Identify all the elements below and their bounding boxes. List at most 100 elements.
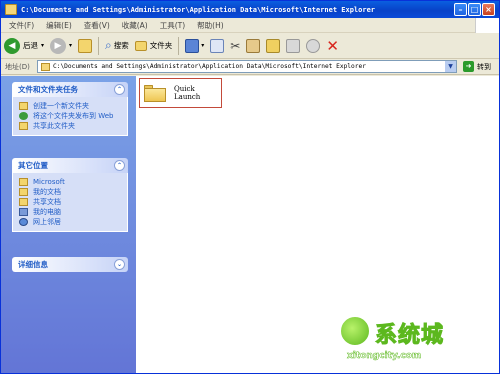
windows-logo-icon — [475, 18, 499, 33]
window-title: C:\Documents and Settings\Administrator\… — [21, 5, 376, 14]
title-bar[interactable]: C:\Documents and Settings\Administrator\… — [1, 1, 499, 18]
publish-web-icon — [19, 112, 28, 120]
up-button[interactable] — [75, 35, 95, 57]
watermark-brand: 系统城 — [374, 323, 445, 349]
watermark-site: xitongcity.com — [347, 351, 422, 362]
go-button[interactable]: ➜ 转到 — [463, 61, 491, 72]
folder-icon — [19, 178, 28, 186]
back-button[interactable]: ◀ 后退 ▾ — [1, 35, 47, 57]
shared-documents-icon — [19, 198, 28, 206]
chevron-down-icon[interactable]: ▾ — [41, 42, 44, 49]
my-computer-icon — [19, 208, 28, 216]
search-button[interactable]: ⌕ 搜索 — [102, 35, 132, 57]
folder-icon — [41, 62, 50, 71]
folders-button[interactable]: 文件夹 — [132, 35, 176, 57]
task-new-folder-label: 创建一个新文件夹 — [33, 102, 89, 110]
new-folder-icon — [19, 102, 28, 110]
toolbar: ◀ 后退 ▾ ▶ ▾ ⌕ 搜索 文件夹 ▾ ✂ ✕ — [1, 33, 499, 59]
menu-edit[interactable]: 编辑(E) — [46, 20, 72, 31]
place-my-computer-label: 我的电脑 — [33, 208, 61, 216]
menu-help[interactable]: 帮助(H) — [197, 20, 224, 31]
collapse-icon[interactable]: ⌃ — [114, 84, 125, 95]
folders-label: 文件夹 — [149, 41, 173, 50]
search-label: 搜索 — [113, 41, 129, 50]
menu-view[interactable]: 查看(V) — [84, 20, 110, 31]
tasks-panel-title: 文件和文件夹任务 — [18, 85, 78, 94]
folder-icon — [5, 4, 17, 15]
copy-to-icon — [306, 38, 321, 53]
views-button[interactable]: ▾ — [182, 35, 207, 57]
paste-button[interactable] — [243, 35, 263, 57]
place-shared-documents[interactable]: 共享文档 — [19, 198, 121, 206]
menu-tools[interactable]: 工具(T) — [160, 20, 185, 31]
toolbar-separator — [178, 36, 180, 55]
up-folder-icon — [78, 38, 93, 53]
place-shared-documents-label: 共享文档 — [33, 198, 61, 206]
place-microsoft[interactable]: Microsoft — [19, 178, 121, 186]
network-icon — [19, 218, 28, 226]
go-label: 转到 — [477, 62, 491, 71]
forward-button[interactable]: ▶ ▾ — [47, 35, 75, 57]
collapse-icon[interactable]: ⌃ — [114, 160, 125, 171]
go-arrow-icon: ➜ — [463, 61, 474, 72]
minimize-button[interactable]: – — [454, 3, 467, 16]
chevron-down-icon[interactable]: ▼ — [445, 61, 456, 72]
place-microsoft-label: Microsoft — [33, 178, 65, 186]
my-documents-icon — [19, 188, 28, 196]
details-panel: 详细信息 ⌄ — [12, 257, 128, 272]
task-publish-web[interactable]: 将这个文件夹发布到 Web — [19, 112, 121, 120]
expand-icon[interactable]: ⌄ — [114, 259, 125, 270]
views-icon — [185, 38, 200, 53]
copy-icon — [210, 38, 225, 53]
task-pane: 文件和文件夹任务 ⌃ 创建一个新文件夹 将这个文件夹发布到 Web 共享此文件夹 — [1, 76, 136, 373]
forward-arrow-icon: ▶ — [50, 37, 67, 54]
places-panel-title: 其它位置 — [18, 161, 48, 170]
cut-button[interactable]: ✂ — [227, 35, 243, 57]
explorer-window: C:\Documents and Settings\Administrator\… — [0, 0, 500, 374]
folders-icon — [134, 40, 147, 51]
move-to-icon — [286, 38, 301, 53]
properties-button[interactable] — [263, 35, 283, 57]
paste-icon — [246, 38, 261, 53]
places-panel: 其它位置 ⌃ Microsoft 我的文档 共享文档 我的电脑 网上邻居 — [12, 158, 128, 232]
places-panel-header[interactable]: 其它位置 ⌃ — [12, 158, 128, 173]
menu-bar: 文件(F) 编辑(E) 查看(V) 收藏(A) 工具(T) 帮助(H) — [1, 18, 499, 33]
back-arrow-icon: ◀ — [4, 37, 20, 54]
menu-file[interactable]: 文件(F) — [9, 20, 34, 31]
copy-button[interactable] — [207, 35, 227, 57]
scissors-icon: ✂ — [230, 38, 241, 53]
address-bar: 地址(D) C:\Documents and Settings\Administ… — [1, 59, 499, 75]
address-label: 地址(D) — [5, 62, 30, 71]
tasks-panel: 文件和文件夹任务 ⌃ 创建一个新文件夹 将这个文件夹发布到 Web 共享此文件夹 — [12, 82, 128, 136]
watermark-logo: 系统城 xitongcity.com — [339, 315, 449, 367]
tasks-panel-header[interactable]: 文件和文件夹任务 ⌃ — [12, 82, 128, 97]
folder-item-quick-launch[interactable]: Quick Launch — [139, 78, 222, 108]
details-panel-header[interactable]: 详细信息 ⌄ — [12, 257, 128, 272]
maximize-button[interactable]: □ — [468, 3, 481, 16]
properties-icon — [266, 38, 281, 53]
share-folder-icon — [19, 122, 28, 130]
logo-icon — [339, 315, 371, 347]
toolbar-separator — [98, 36, 100, 55]
folder-name: Quick Launch — [174, 85, 201, 101]
back-label: 后退 — [23, 41, 38, 50]
menu-favorites[interactable]: 收藏(A) — [122, 20, 148, 31]
search-icon: ⌕ — [105, 38, 112, 52]
place-my-documents-label: 我的文档 — [33, 188, 61, 196]
delete-button[interactable]: ✕ — [323, 35, 342, 57]
place-my-computer[interactable]: 我的电脑 — [19, 208, 121, 216]
delete-x-icon: ✕ — [326, 36, 339, 55]
address-path: C:\Documents and Settings\Administrator\… — [53, 63, 366, 70]
chevron-down-icon: ▾ — [69, 42, 73, 49]
place-network[interactable]: 网上邻居 — [19, 218, 121, 226]
task-new-folder[interactable]: 创建一个新文件夹 — [19, 102, 121, 110]
close-button[interactable]: × — [482, 3, 495, 16]
move-to-button[interactable] — [283, 35, 303, 57]
task-share-folder-label: 共享此文件夹 — [33, 122, 75, 130]
place-network-label: 网上邻居 — [33, 218, 61, 226]
task-share-folder[interactable]: 共享此文件夹 — [19, 122, 121, 130]
copy-to-button[interactable] — [303, 35, 323, 57]
address-input[interactable]: C:\Documents and Settings\Administrator\… — [37, 60, 457, 73]
place-my-documents[interactable]: 我的文档 — [19, 188, 121, 196]
details-panel-title: 详细信息 — [18, 260, 48, 269]
